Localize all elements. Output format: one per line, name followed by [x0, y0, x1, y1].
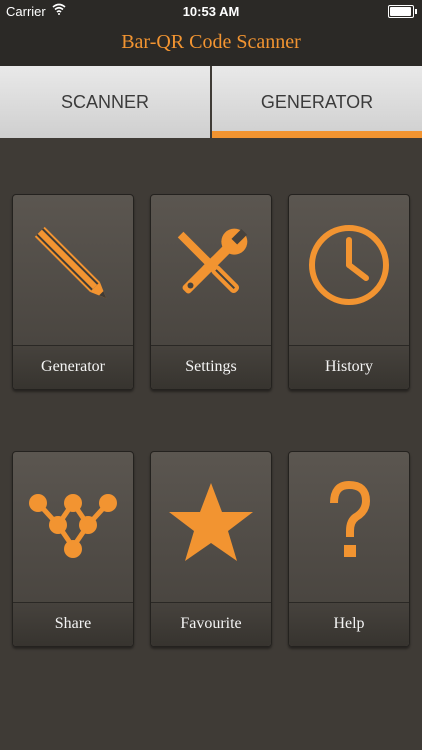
- settings-tile[interactable]: Settings: [150, 194, 272, 390]
- wrench-screwdriver-icon: [177, 228, 248, 294]
- generator-tile[interactable]: Generator: [12, 194, 134, 390]
- tab-selected-indicator: [212, 131, 422, 138]
- history-tile[interactable]: History: [288, 194, 410, 390]
- page-title: Bar-QR Code Scanner: [121, 31, 301, 53]
- tab-bar: SCANNER GENERATOR: [0, 66, 422, 138]
- star-icon: [169, 483, 253, 561]
- battery-icon: [388, 5, 417, 18]
- share-network-icon: [29, 494, 117, 558]
- share-tile[interactable]: Share: [12, 451, 134, 647]
- tile-label: Share: [54, 615, 92, 632]
- clock-icon: [309, 225, 389, 305]
- tile-label: History: [325, 358, 373, 375]
- favourite-tile[interactable]: Favourite: [150, 451, 272, 647]
- question-mark-icon: [330, 480, 371, 557]
- tile-label: Favourite: [180, 615, 242, 632]
- tile-label: Help: [333, 615, 365, 632]
- tile-label: Generator: [41, 358, 105, 375]
- tab-generator-label: GENERATOR: [260, 92, 374, 112]
- tab-generator[interactable]: GENERATOR: [212, 66, 422, 138]
- tile-label: Settings: [185, 358, 237, 375]
- tab-scanner[interactable]: SCANNER: [0, 66, 212, 138]
- status-time: 10:53 AM: [182, 4, 240, 19]
- status-bar: Carrier 10:53 AM: [0, 0, 422, 22]
- pencil-icon: [34, 226, 107, 299]
- title-bar: Bar-QR Code Scanner: [0, 22, 422, 66]
- help-tile[interactable]: Help: [288, 451, 410, 647]
